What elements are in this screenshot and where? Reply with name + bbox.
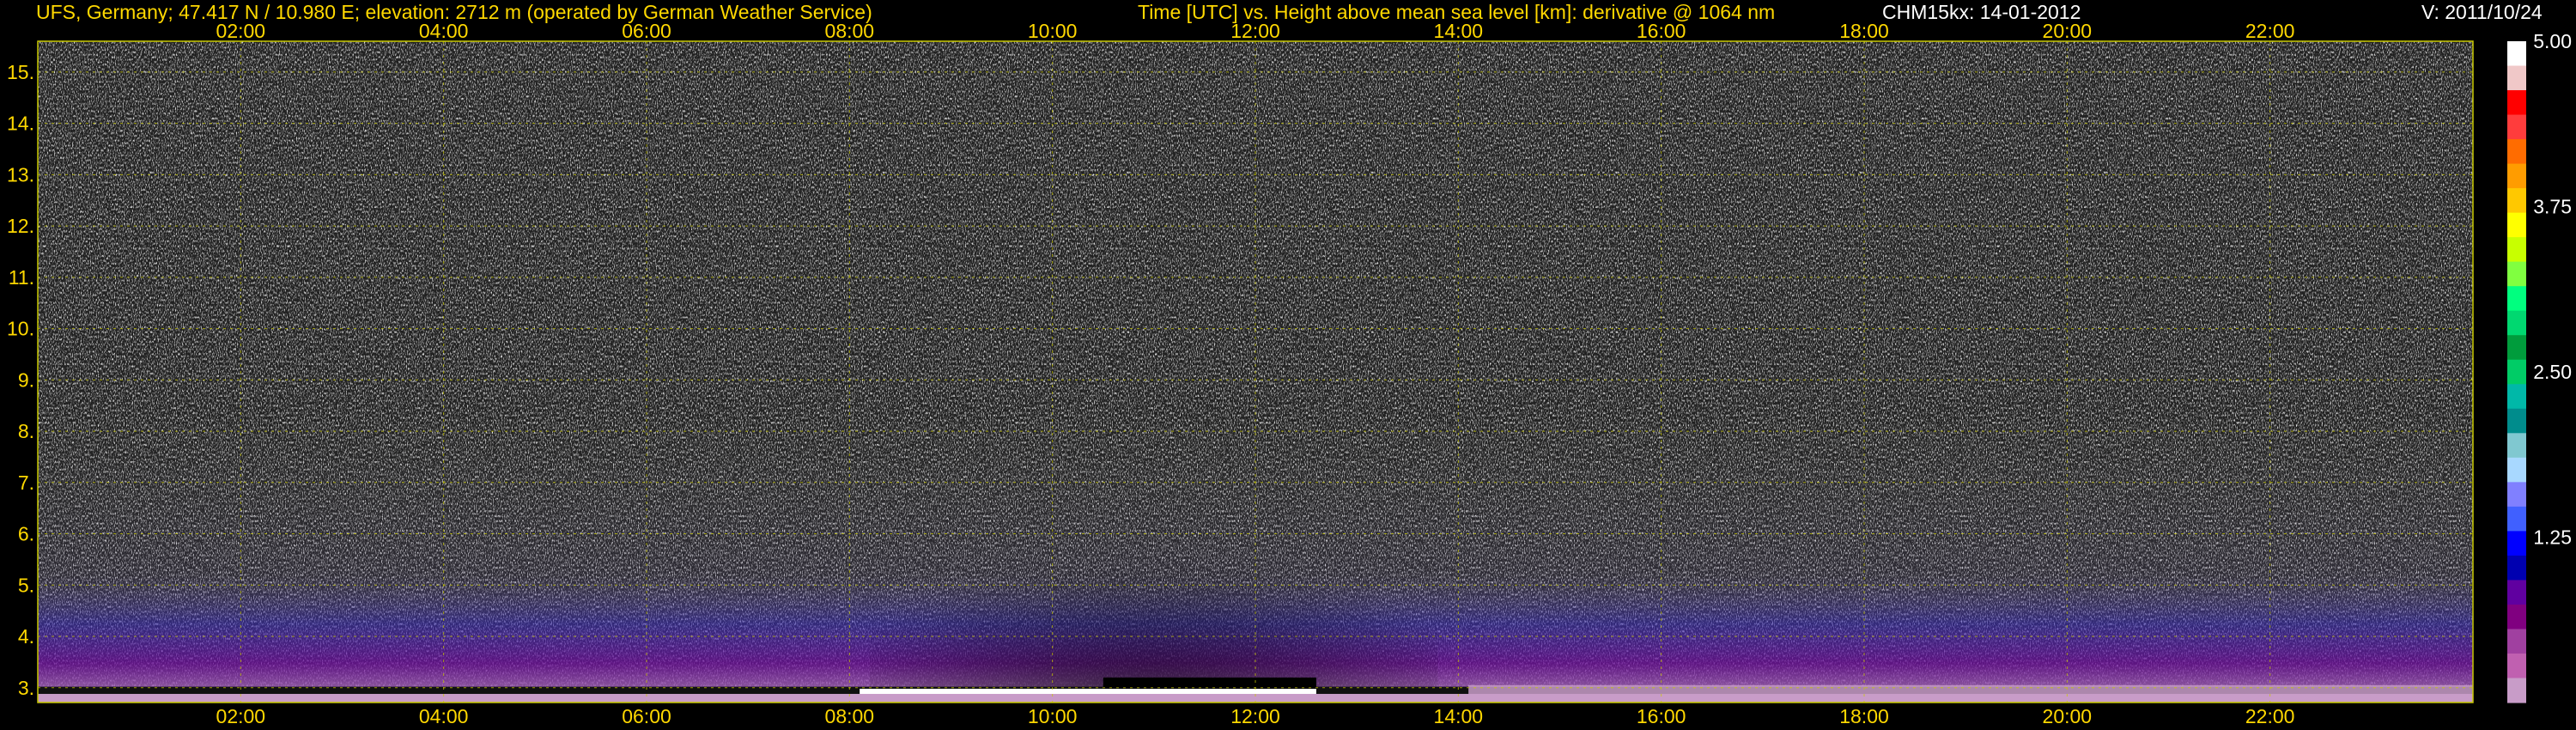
colorbar-swatch <box>2507 653 2526 679</box>
colorbar-swatch <box>2507 41 2526 67</box>
x-tick-top-label: 18:00 <box>1839 20 1889 42</box>
y-tick-label: 8. <box>18 420 34 442</box>
colorbar-swatch <box>2507 114 2526 140</box>
x-tick-top-label: 08:00 <box>825 20 875 42</box>
colorbar-swatch <box>2507 310 2526 336</box>
colorbar-tick-label: 1.25 <box>2533 526 2572 549</box>
x-tick-bottom-label: 16:00 <box>1637 705 1686 727</box>
x-tick-top-label: 16:00 <box>1637 20 1686 42</box>
midday-fade <box>869 471 1438 703</box>
y-tick-label: 3. <box>18 677 34 699</box>
y-tick-label: 9. <box>18 368 34 391</box>
y-tick-label: 5. <box>18 574 34 596</box>
x-tick-bottom-label: 04:00 <box>419 705 469 727</box>
x-tick-top-label: 04:00 <box>419 20 469 42</box>
colorbar-swatch <box>2507 90 2526 116</box>
x-tick-bottom-label: 18:00 <box>1839 705 1889 727</box>
x-tick-bottom-label: 08:00 <box>825 705 875 727</box>
colorbar-swatch <box>2507 629 2526 654</box>
y-tick-label: 7. <box>18 471 34 494</box>
midday-cloud-cap <box>1103 677 1316 689</box>
colorbar-swatch <box>2507 482 2526 508</box>
y-tick-label: 4. <box>18 625 34 648</box>
colorbar-swatch <box>2507 335 2526 361</box>
colorbar-swatch <box>2507 286 2526 312</box>
colorbar-swatch <box>2507 359 2526 385</box>
colorbar-swatch <box>2507 531 2526 557</box>
colorbar-tick-label: 5.00 <box>2533 30 2572 52</box>
y-tick-label: 14. <box>7 113 34 135</box>
y-tick-label: 10. <box>7 318 34 340</box>
x-tick-top-label: 22:00 <box>2245 20 2295 42</box>
colorbar-swatch <box>2507 506 2526 532</box>
x-tick-bottom-label: 06:00 <box>622 705 671 727</box>
y-tick-label: 13. <box>7 163 34 186</box>
ceilometer-heatmap: 02:00 02:00 04:00 04:00 06:00 06:00 08:00 08:00… <box>7 20 2572 727</box>
x-tick-bottom-label: 10:00 <box>1028 705 1078 727</box>
x-tick-top-label: 12:00 <box>1230 20 1280 42</box>
colorbar-tick-label: 2.50 <box>2533 361 2572 383</box>
colorbar-swatch <box>2507 580 2526 605</box>
y-tick-label: 6. <box>18 523 34 545</box>
colorbar-swatch <box>2507 384 2526 410</box>
x-tick-bottom-label: 20:00 <box>2043 705 2093 727</box>
colorbar-swatch <box>2507 261 2526 287</box>
colorbar-swatch <box>2507 65 2526 91</box>
x-tick-top-label: 10:00 <box>1028 20 1078 42</box>
colorbar-swatch <box>2507 212 2526 238</box>
y-tick-label: 12. <box>7 215 34 237</box>
x-tick-top-label: 06:00 <box>622 20 671 42</box>
colorbar-swatch <box>2507 604 2526 630</box>
x-tick-top-label: 14:00 <box>1434 20 1484 42</box>
x-tick-bottom-label: 12:00 <box>1230 705 1280 727</box>
colorbar-swatch <box>2507 188 2526 214</box>
colorbar-swatch <box>2507 408 2526 434</box>
colorbar-swatch <box>2507 433 2526 459</box>
x-tick-bottom-label: 22:00 <box>2245 705 2295 727</box>
colorbar-swatch <box>2507 139 2526 165</box>
colorbar-swatch <box>2507 163 2526 189</box>
colorbar-tick-label: 3.75 <box>2533 196 2572 218</box>
y-tick-label: 15. <box>7 61 34 83</box>
x-tick-bottom-label: 02:00 <box>216 705 266 727</box>
colorbar-swatch <box>2507 555 2526 581</box>
x-tick-bottom-label: 14:00 <box>1434 705 1484 727</box>
colorbar-swatch <box>2507 237 2526 263</box>
colorbar-swatch <box>2507 457 2526 483</box>
x-tick-top-label: 20:00 <box>2043 20 2093 42</box>
y-tick-label: 11. <box>9 266 34 289</box>
x-tick-top-label: 02:00 <box>216 20 266 42</box>
colorbar-swatch <box>2507 678 2526 703</box>
